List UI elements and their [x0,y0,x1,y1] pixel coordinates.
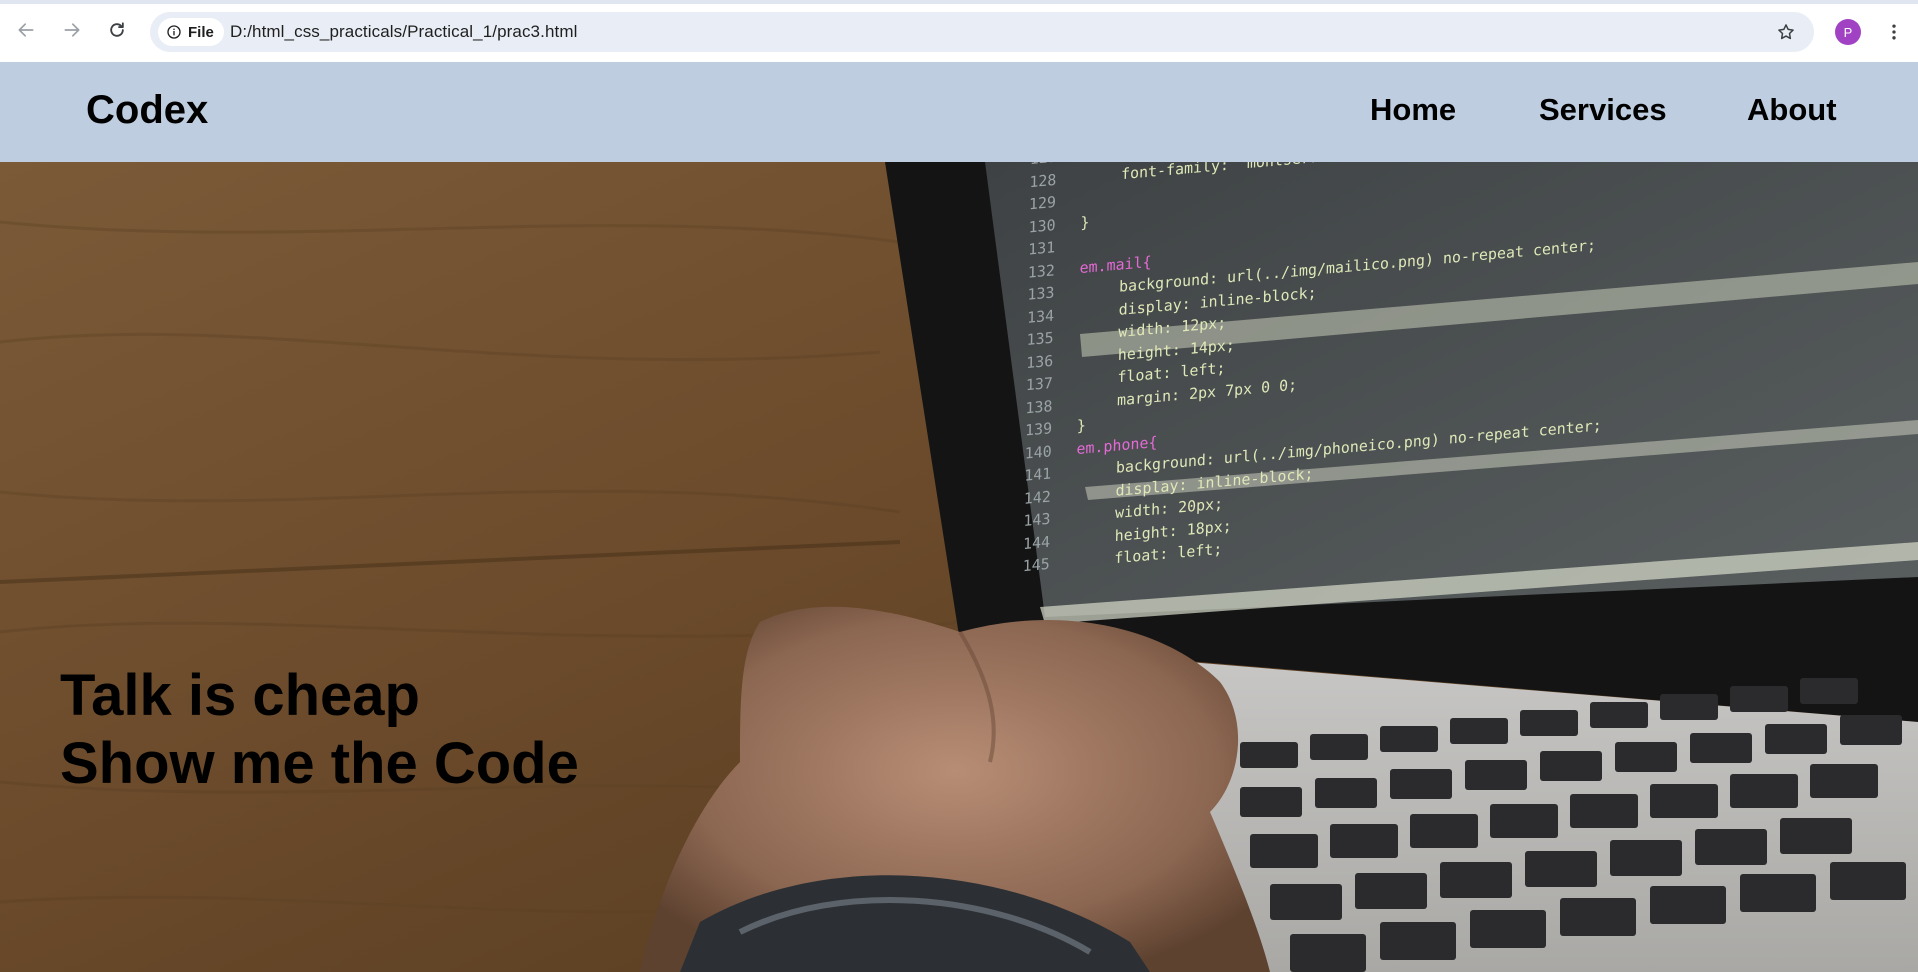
nav-link-about[interactable]: About [1747,92,1837,128]
info-icon [167,25,181,39]
arrow-left-icon [18,23,34,37]
code-line-text: } [1076,416,1087,436]
bookmark-button[interactable] [1774,20,1798,44]
profile-avatar[interactable]: P [1835,19,1861,45]
site-logo[interactable]: Codex [86,88,208,133]
browser-toolbar: File D:/html_css_practicals/Practical_1/… [0,0,1918,62]
nav-link-services[interactable]: Services [1539,92,1667,128]
site-info-chip[interactable]: File [158,18,224,46]
browser-menu-button[interactable] [1880,18,1908,46]
nav-link-home[interactable]: Home [1370,92,1456,128]
site-chip-label: File [188,23,214,41]
url-text[interactable]: D:/html_css_practicals/Practical_1/prac3… [230,22,577,42]
address-bar[interactable]: File D:/html_css_practicals/Practical_1/… [150,12,1814,52]
reload-button[interactable] [103,16,131,44]
more-vertical-icon [1892,24,1896,40]
web-page: Codex Home Services About 128 129 130} … [0,62,1918,972]
hero-section: 127color: #8e8e8e;128font-family: 'monts… [0,162,1918,972]
site-header: Codex Home Services About [0,62,1918,162]
back-button[interactable] [12,16,40,44]
forward-button[interactable] [58,16,86,44]
hero-headline: Talk is cheap Show me the Code [60,662,579,798]
reload-icon [110,22,124,37]
hero-line-1: Talk is cheap [60,663,420,728]
tab-strip-edge [0,0,1918,4]
arrow-right-icon [64,23,80,37]
hero-line-2: Show me the Code [60,731,579,796]
code-line-number: 145 [1022,554,1050,576]
code-line-text: } [1080,212,1090,232]
star-icon [1778,24,1794,40]
